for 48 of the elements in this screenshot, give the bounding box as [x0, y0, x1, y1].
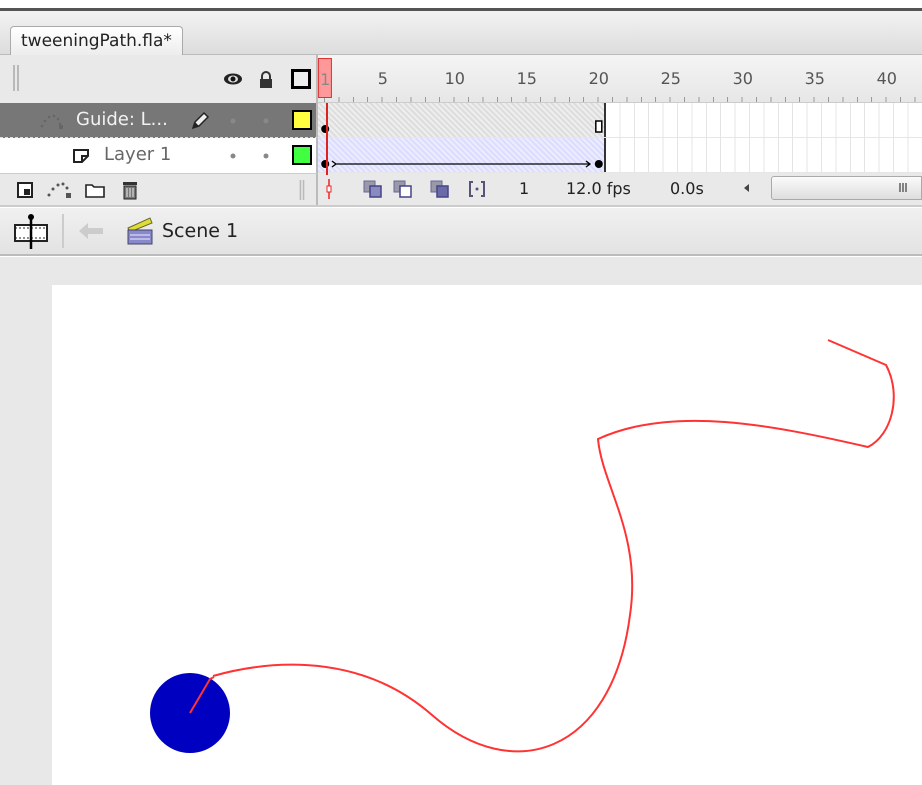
- trash-icon[interactable]: [122, 180, 138, 200]
- layer-name: Guide: L...: [76, 108, 168, 130]
- layer-icon: [72, 148, 90, 164]
- tween-span[interactable]: [318, 138, 606, 172]
- playhead-marker-icon[interactable]: [326, 178, 332, 199]
- lock-dot[interactable]: [263, 152, 269, 159]
- frame-number: 15: [516, 68, 537, 88]
- clapperboard-icon: [126, 216, 154, 246]
- outline-color-swatch[interactable]: [292, 144, 312, 165]
- lock-icon[interactable]: [258, 70, 274, 88]
- timeline-toggle-icon[interactable]: [14, 212, 48, 249]
- grip-icon: [899, 183, 909, 192]
- layer-row[interactable]: Layer 1: [0, 138, 318, 173]
- grip-icon: [12, 64, 20, 91]
- pencil-icon: [190, 110, 210, 131]
- frame-number: 20: [588, 68, 609, 88]
- layer-row[interactable]: Guide: L...: [0, 102, 318, 138]
- new-layer-icon[interactable]: [17, 182, 33, 198]
- frame-number: 25: [660, 68, 681, 88]
- end-frame-marker[interactable]: [595, 120, 603, 132]
- frame-number: 1: [318, 58, 332, 98]
- outline-color-swatch[interactable]: [292, 110, 312, 130]
- frame-number: 30: [732, 68, 753, 88]
- scene-name[interactable]: Scene 1: [162, 220, 238, 242]
- edit-multiple-frames-icon[interactable]: [430, 180, 450, 198]
- layer-name: Layer 1: [104, 144, 172, 165]
- onion-skin-outlines-icon[interactable]: [393, 180, 413, 198]
- keyframe-dot[interactable]: [594, 160, 603, 168]
- frame-number: 40: [876, 68, 897, 88]
- outline-icon[interactable]: [291, 68, 311, 89]
- onion-markers-icon[interactable]: [468, 180, 486, 198]
- add-guide-icon[interactable]: [47, 180, 73, 199]
- playhead-line[interactable]: [326, 102, 328, 175]
- current-frame: 1: [519, 178, 530, 198]
- eye-icon[interactable]: [223, 72, 243, 86]
- grip-icon: [298, 180, 306, 200]
- folder-icon[interactable]: [85, 182, 105, 198]
- visibility-dot[interactable]: [230, 152, 236, 159]
- elapsed-time: 0.0s: [670, 178, 704, 198]
- document-tab[interactable]: tweeningPath.fla*: [10, 26, 183, 55]
- frame-number: 10: [444, 68, 465, 88]
- frame-number: 5: [378, 68, 388, 88]
- onion-skin-icon[interactable]: [363, 180, 383, 198]
- frame-rate: 12.0 fps: [566, 178, 631, 198]
- frame-span[interactable]: [318, 102, 606, 137]
- scroll-left-icon[interactable]: [743, 182, 751, 193]
- scrollbar-thumb[interactable]: [771, 176, 922, 200]
- frame-number: 35: [804, 68, 825, 88]
